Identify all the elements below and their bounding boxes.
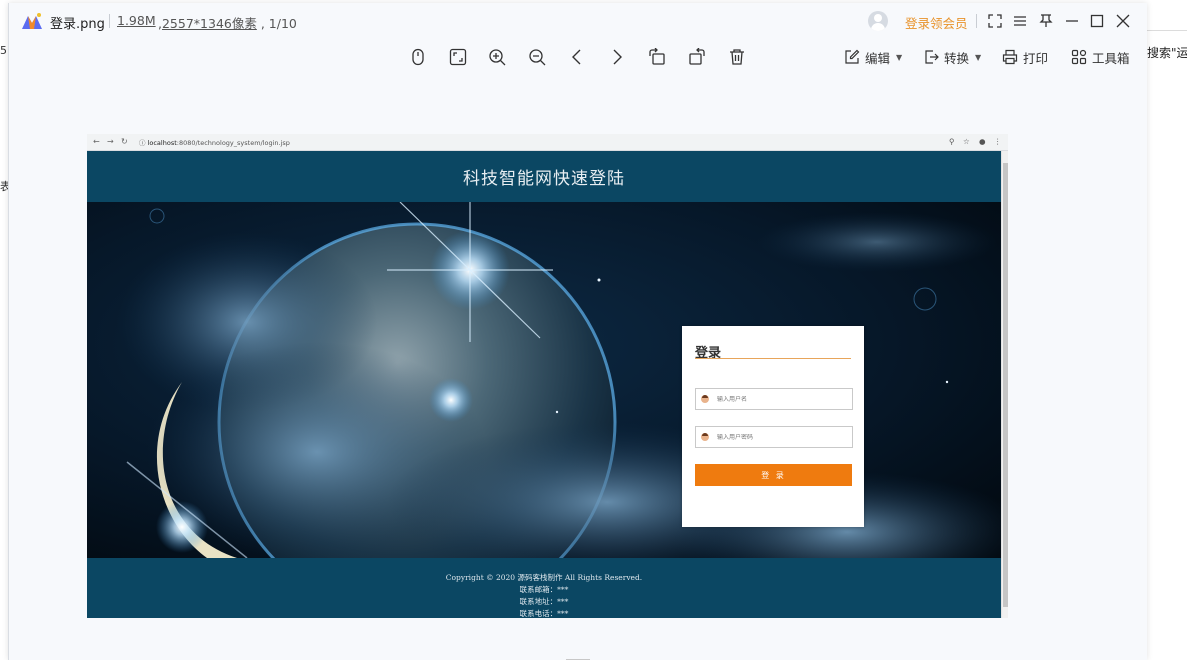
- reload-icon: ↻: [121, 137, 128, 146]
- mouse-mode-button[interactable]: [406, 45, 430, 69]
- print-button[interactable]: 打印: [1002, 47, 1048, 67]
- zoom-out-icon: [529, 49, 546, 66]
- forward-arrow-icon: →: [107, 137, 114, 146]
- app-logo-icon: [22, 13, 42, 29]
- background-window-left: 5 表: [0, 0, 11, 660]
- rotate-left-button[interactable]: [645, 45, 669, 69]
- user-avatar-icon: [701, 395, 709, 403]
- background-glyph: 5: [0, 44, 7, 57]
- password-input[interactable]: [717, 433, 847, 441]
- footer-email: 联系邮箱：***: [519, 585, 569, 594]
- browser-address-bar: ← → ↻ ⓘ localhost:8080/technology_system…: [87, 134, 1008, 151]
- displayed-image: ← → ↻ ⓘ localhost:8080/technology_system…: [87, 134, 1008, 618]
- trash-icon: [730, 49, 744, 65]
- file-size[interactable]: 1.98M: [117, 13, 156, 28]
- zoom-out-button[interactable]: [525, 45, 549, 69]
- rotate-right-icon: [689, 48, 705, 65]
- zoom-icon: ⚲: [949, 137, 955, 146]
- page-footer: Copyright © 2020 源码客栈制作 All Rights Reser…: [87, 558, 1001, 618]
- footer-address: 联系地址：***: [519, 597, 569, 606]
- next-image-button[interactable]: [605, 45, 629, 69]
- toolbox-button[interactable]: 工具箱: [1071, 47, 1130, 67]
- file-info: ,2557*1346像素 , 1/10: [158, 16, 297, 31]
- more-icon: ⋮: [994, 137, 1002, 146]
- username-field[interactable]: [695, 388, 853, 410]
- maximize-button[interactable]: [1086, 10, 1108, 32]
- password-field[interactable]: [695, 426, 853, 448]
- close-icon: [1116, 14, 1130, 28]
- toolbox-grid-icon: [1071, 49, 1087, 65]
- chevron-right-icon: [613, 49, 622, 65]
- chevron-left-icon: [572, 49, 581, 65]
- profile-icon: ●: [979, 137, 986, 146]
- login-form-card: 登录 登 录: [682, 326, 864, 527]
- login-webpage: 科技智能网快速登陆 登录 输入用户名 登 录 Copyright © 2020 …: [87, 151, 1001, 618]
- fit-screen-icon: [449, 48, 467, 66]
- toolbox-label: 工具箱: [1092, 50, 1130, 66]
- login-submit-button[interactable]: 登 录: [695, 464, 852, 486]
- zoom-in-icon: [489, 49, 506, 66]
- menu-button[interactable]: [1009, 10, 1031, 32]
- hamburger-icon: [1014, 16, 1026, 26]
- minimize-button[interactable]: [1061, 10, 1083, 32]
- vip-login-link[interactable]: 登录领会员: [905, 13, 968, 32]
- file-name: 登录.png: [50, 17, 105, 32]
- close-button[interactable]: [1112, 10, 1134, 32]
- caret-down-icon: ▼: [896, 52, 903, 62]
- zoom-in-button[interactable]: [485, 45, 509, 69]
- convert-label: 转换: [944, 50, 970, 66]
- convert-menu[interactable]: 转换 ▼: [923, 47, 981, 67]
- footer-phone: 联系电话：***: [519, 609, 569, 618]
- user-avatar-icon: [701, 433, 709, 441]
- previous-image-button[interactable]: [565, 45, 589, 69]
- page-header: 科技智能网快速登陆: [87, 151, 1001, 202]
- browser-url: ⓘ localhost:8080/technology_system/login…: [139, 139, 290, 147]
- pin-button[interactable]: [1035, 10, 1057, 32]
- background-window-right: 搜索"运行: [1147, 0, 1187, 660]
- page-counter: 1/10: [268, 16, 297, 31]
- star-icon: ☆: [963, 137, 970, 146]
- printer-icon: [1002, 49, 1018, 65]
- mouse-icon: [412, 48, 424, 66]
- minimize-icon: [1066, 20, 1078, 22]
- divider: [976, 14, 977, 28]
- edit-label: 编辑: [865, 50, 891, 66]
- caret-down-icon: ▼: [975, 52, 982, 62]
- file-dimensions[interactable]: 2557*1346像素: [162, 16, 257, 31]
- fullscreen-button[interactable]: [984, 10, 1006, 32]
- rotate-right-button[interactable]: [685, 45, 709, 69]
- scrollbar-thumb[interactable]: [1003, 163, 1008, 607]
- page-title: 科技智能网快速登陆: [463, 169, 625, 189]
- back-arrow-icon: ←: [93, 137, 100, 146]
- earth-space-banner: 登录 登 录: [87, 202, 1001, 558]
- browser-scrollbar[interactable]: [1001, 151, 1008, 618]
- heading-underline: [695, 358, 851, 359]
- delete-button[interactable]: [725, 45, 749, 69]
- convert-icon: [925, 50, 939, 64]
- background-search-text: 搜索"运行: [1147, 46, 1187, 60]
- url-host: localhost: [147, 139, 177, 147]
- username-input[interactable]: [717, 395, 847, 403]
- fit-window-button[interactable]: [446, 45, 470, 69]
- edit-menu[interactable]: 编辑 ▼: [844, 47, 902, 67]
- divider: [109, 14, 110, 28]
- footer-copyright: Copyright © 2020 源码客栈制作 All Rights Reser…: [445, 573, 643, 582]
- maximize-icon: [1090, 14, 1104, 28]
- pin-icon: [1039, 14, 1053, 27]
- image-viewer-window: 登录.png 1.98M ,2557*1346像素 , 1/10 登录领会员 编…: [8, 3, 1147, 660]
- rotate-left-icon: [649, 48, 665, 65]
- print-label: 打印: [1023, 50, 1049, 66]
- user-avatar-icon[interactable]: [868, 11, 888, 31]
- edit-icon: [845, 49, 860, 64]
- url-path: :8080/technology_system/login.jsp: [176, 139, 290, 147]
- fullscreen-icon: [988, 14, 1002, 28]
- background-divider: [1147, 30, 1187, 31]
- title-bar: 登录.png 1.98M ,2557*1346像素 , 1/10 登录领会员: [9, 3, 1148, 39]
